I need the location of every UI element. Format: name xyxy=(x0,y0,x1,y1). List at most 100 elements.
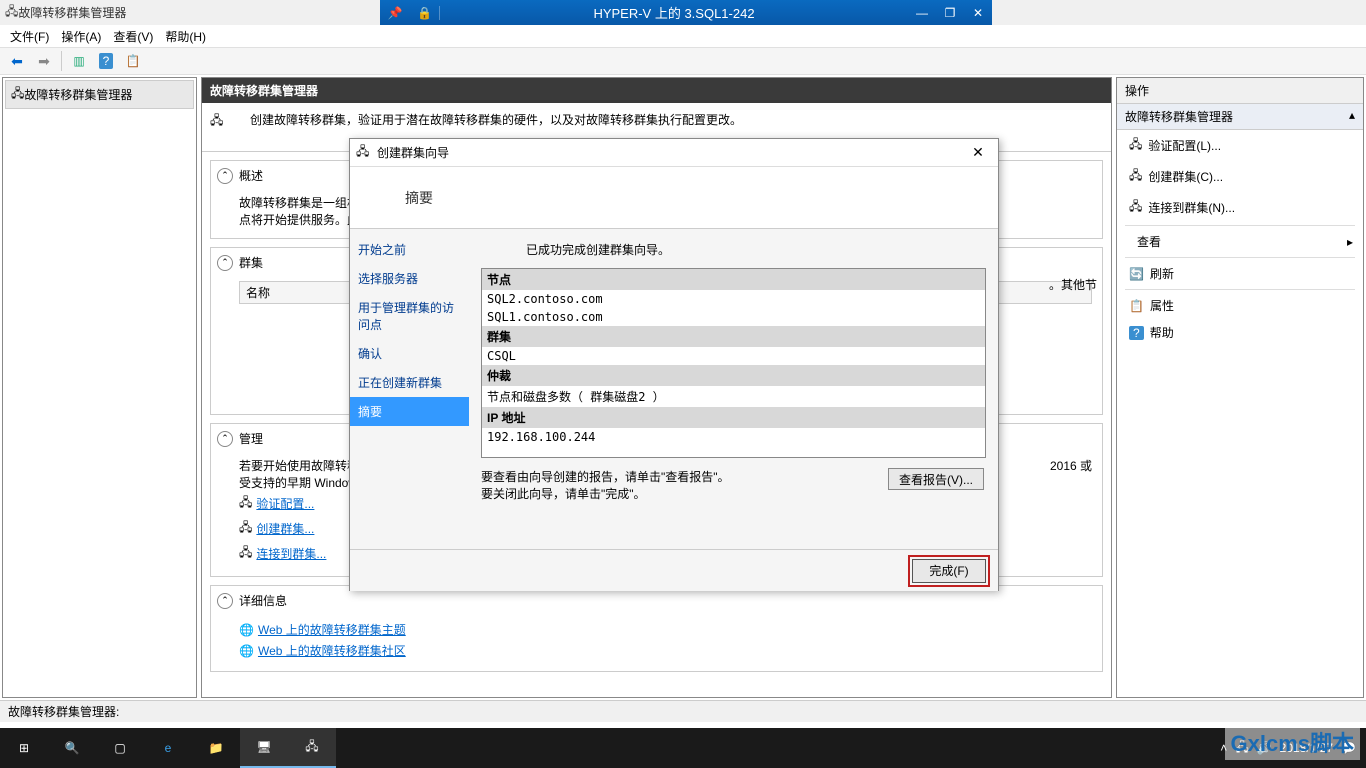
properties-icon: 📋 xyxy=(1129,299,1144,313)
action-view[interactable]: 查看▸ xyxy=(1117,228,1363,255)
chevron-right-icon: ▸ xyxy=(1347,235,1353,249)
divider xyxy=(1125,257,1355,258)
divider xyxy=(1125,289,1355,290)
action-help[interactable]: ?帮助 xyxy=(1117,319,1363,346)
forward-button[interactable]: ➡ xyxy=(32,49,56,73)
finish-button[interactable]: 完成(F) xyxy=(912,559,986,583)
tree-root-item[interactable]: 🖧 故障转移群集管理器 xyxy=(5,80,194,109)
wizard-message: 已成功完成创建群集向导。 xyxy=(481,237,986,268)
collapse-icon[interactable]: ⌃ xyxy=(217,255,233,271)
view-report-button[interactable]: 查看报告(V)... xyxy=(888,468,984,490)
summary-ip-value: 192.168.100.244 xyxy=(482,428,985,446)
search-button[interactable]: 🔍 xyxy=(48,728,96,768)
action-create[interactable]: 🖧创建群集(C)... xyxy=(1117,161,1363,192)
summary-cluster-value: CSQL xyxy=(482,347,985,365)
chevron-up-icon: ▴ xyxy=(1349,108,1355,125)
app-title: 故障转移群集管理器 xyxy=(18,4,126,21)
actions-group-header[interactable]: 故障转移群集管理器 ▴ xyxy=(1117,104,1363,130)
nav-confirm[interactable]: 确认 xyxy=(350,339,469,368)
wizard-banner: 摘要 xyxy=(350,167,998,229)
actions-panel: 操作 故障转移群集管理器 ▴ 🖧验证配置(L)... 🖧创建群集(C)... 🖧… xyxy=(1116,77,1364,698)
collapse-icon[interactable]: ⌃ xyxy=(217,168,233,184)
tree-panel: 🖧 故障转移群集管理器 xyxy=(2,77,197,698)
clusters-title: 群集 xyxy=(239,254,263,271)
action-validate[interactable]: 🖧验证配置(L)... xyxy=(1117,130,1363,161)
summary-node2: SQL1.contoso.com xyxy=(482,308,985,326)
action-properties[interactable]: 📋属性 xyxy=(1117,292,1363,319)
other-node-text: 。其他节 xyxy=(1049,276,1097,293)
server-mgr-taskbar-icon[interactable]: 🖥 xyxy=(240,728,288,768)
menu-help[interactable]: 帮助(H) xyxy=(165,28,206,45)
wizard-title: 创建群集向导 xyxy=(377,144,964,161)
menu-file[interactable]: 文件(F) xyxy=(10,28,49,45)
link-web-topics[interactable]: 🌐Web 上的故障转移群集主题 xyxy=(239,619,1092,640)
globe-icon: 🌐 xyxy=(239,623,254,637)
cluster-mgr-taskbar-icon[interactable]: 🖧 xyxy=(288,728,336,768)
wizard-body: 开始之前 选择服务器 用于管理群集的访问点 确认 正在创建新群集 摘要 已成功完… xyxy=(350,229,998,549)
validate-icon: 🖧 xyxy=(1129,135,1142,156)
globe-icon: 🌐 xyxy=(239,644,254,658)
nav-select-server[interactable]: 选择服务器 xyxy=(350,264,469,293)
help-button[interactable]: ? xyxy=(94,49,118,73)
wizard-footer: 完成(F) xyxy=(350,549,998,591)
back-button[interactable]: ⬅ xyxy=(5,49,29,73)
summary-node1: SQL2.contoso.com xyxy=(482,290,985,308)
vm-minimize-button[interactable]: — xyxy=(908,0,936,25)
panel-toggle-button[interactable]: ▥ xyxy=(67,49,91,73)
ie-taskbar-icon[interactable]: e xyxy=(144,728,192,768)
help-icon: ? xyxy=(1129,326,1144,340)
summary-cluster-header: 群集 xyxy=(482,326,985,347)
watermark: Gxlcms脚本 xyxy=(1225,724,1361,760)
task-view-button[interactable]: ▢ xyxy=(96,728,144,768)
vm-maximize-button[interactable]: ❐ xyxy=(936,0,964,25)
actions-header: 操作 xyxy=(1117,78,1363,104)
action-connect[interactable]: 🖧连接到群集(N)... xyxy=(1117,192,1363,223)
summary-quorum-value: 节点和磁盘多数（ 群集磁盘2 ） xyxy=(482,386,985,407)
wizard-nav: 开始之前 选择服务器 用于管理群集的访问点 确认 正在创建新群集 摘要 xyxy=(350,229,469,549)
nav-creating[interactable]: 正在创建新群集 xyxy=(350,368,469,397)
lock-icon[interactable]: 🔒 xyxy=(410,6,440,20)
taskbar: ⊞ 🔍 ▢ e 📁 🖥 🖧 ˄ 🖧 🔊 2018/1/27 💬 xyxy=(0,728,1366,768)
collapse-icon[interactable]: ⌃ xyxy=(217,431,233,447)
start-button[interactable]: ⊞ xyxy=(0,728,48,768)
collapse-icon[interactable]: ⌃ xyxy=(217,593,233,609)
connect-icon: 🖧 xyxy=(1129,197,1142,218)
vm-connection-titlebar: 📌 🔒 HYPER-V 上的 3.SQL1-242 — ❐ ✕ xyxy=(380,0,992,25)
connect-icon: 🖧 xyxy=(239,543,252,564)
status-text: 故障转移群集管理器: xyxy=(8,703,119,720)
pin-icon[interactable]: 📌 xyxy=(380,6,410,20)
cluster-large-icon: 🖧 xyxy=(210,111,242,143)
app-icon: 🖧 xyxy=(5,2,18,23)
create-cluster-wizard: 🖧 创建群集向导 ✕ 摘要 开始之前 选择服务器 用于管理群集的访问点 确认 正… xyxy=(349,138,999,591)
nav-before-start[interactable]: 开始之前 xyxy=(350,235,469,264)
details-body: 🌐Web 上的故障转移群集主题 🌐Web 上的故障转移群集社区 xyxy=(211,615,1102,671)
summary-box[interactable]: 节点 SQL2.contoso.com SQL1.contoso.com 群集 … xyxy=(481,268,986,458)
description-text: 创建故障转移群集，验证用于潜在故障转移群集的硬件，以及对故障转移群集执行配置更改… xyxy=(250,111,742,128)
manage-title: 管理 xyxy=(239,430,263,447)
divider xyxy=(1125,225,1355,226)
vm-title: HYPER-V 上的 3.SQL1-242 xyxy=(440,3,908,22)
summary-node-header: 节点 xyxy=(482,269,985,290)
validate-icon: 🖧 xyxy=(239,493,252,514)
vm-close-button[interactable]: ✕ xyxy=(964,0,992,25)
wizard-titlebar[interactable]: 🖧 创建群集向导 ✕ xyxy=(350,139,998,167)
create-icon: 🖧 xyxy=(239,518,252,539)
tree-root-label: 故障转移群集管理器 xyxy=(24,86,132,103)
link-web-community[interactable]: 🌐Web 上的故障转移群集社区 xyxy=(239,640,1092,661)
status-bar: 故障转移群集管理器: xyxy=(0,700,1366,722)
refresh-icon: 🔄 xyxy=(1129,267,1144,281)
toolbar-separator xyxy=(61,51,62,71)
cluster-icon: 🖧 xyxy=(11,84,24,105)
explorer-taskbar-icon[interactable]: 📁 xyxy=(192,728,240,768)
overview-title: 概述 xyxy=(239,167,263,184)
properties-button[interactable]: 📋 xyxy=(121,49,145,73)
menu-view[interactable]: 查看(V) xyxy=(113,28,153,45)
action-refresh[interactable]: 🔄刷新 xyxy=(1117,260,1363,287)
summary-quorum-header: 仲裁 xyxy=(482,365,985,386)
wizard-content: 已成功完成创建群集向导。 节点 SQL2.contoso.com SQL1.co… xyxy=(469,229,998,549)
wizard-close-button[interactable]: ✕ xyxy=(964,144,992,161)
nav-access-point[interactable]: 用于管理群集的访问点 xyxy=(350,293,469,339)
nav-summary[interactable]: 摘要 xyxy=(350,397,469,426)
menu-action[interactable]: 操作(A) xyxy=(61,28,101,45)
section-details: ⌃ 详细信息 🌐Web 上的故障转移群集主题 🌐Web 上的故障转移群集社区 xyxy=(210,585,1103,672)
